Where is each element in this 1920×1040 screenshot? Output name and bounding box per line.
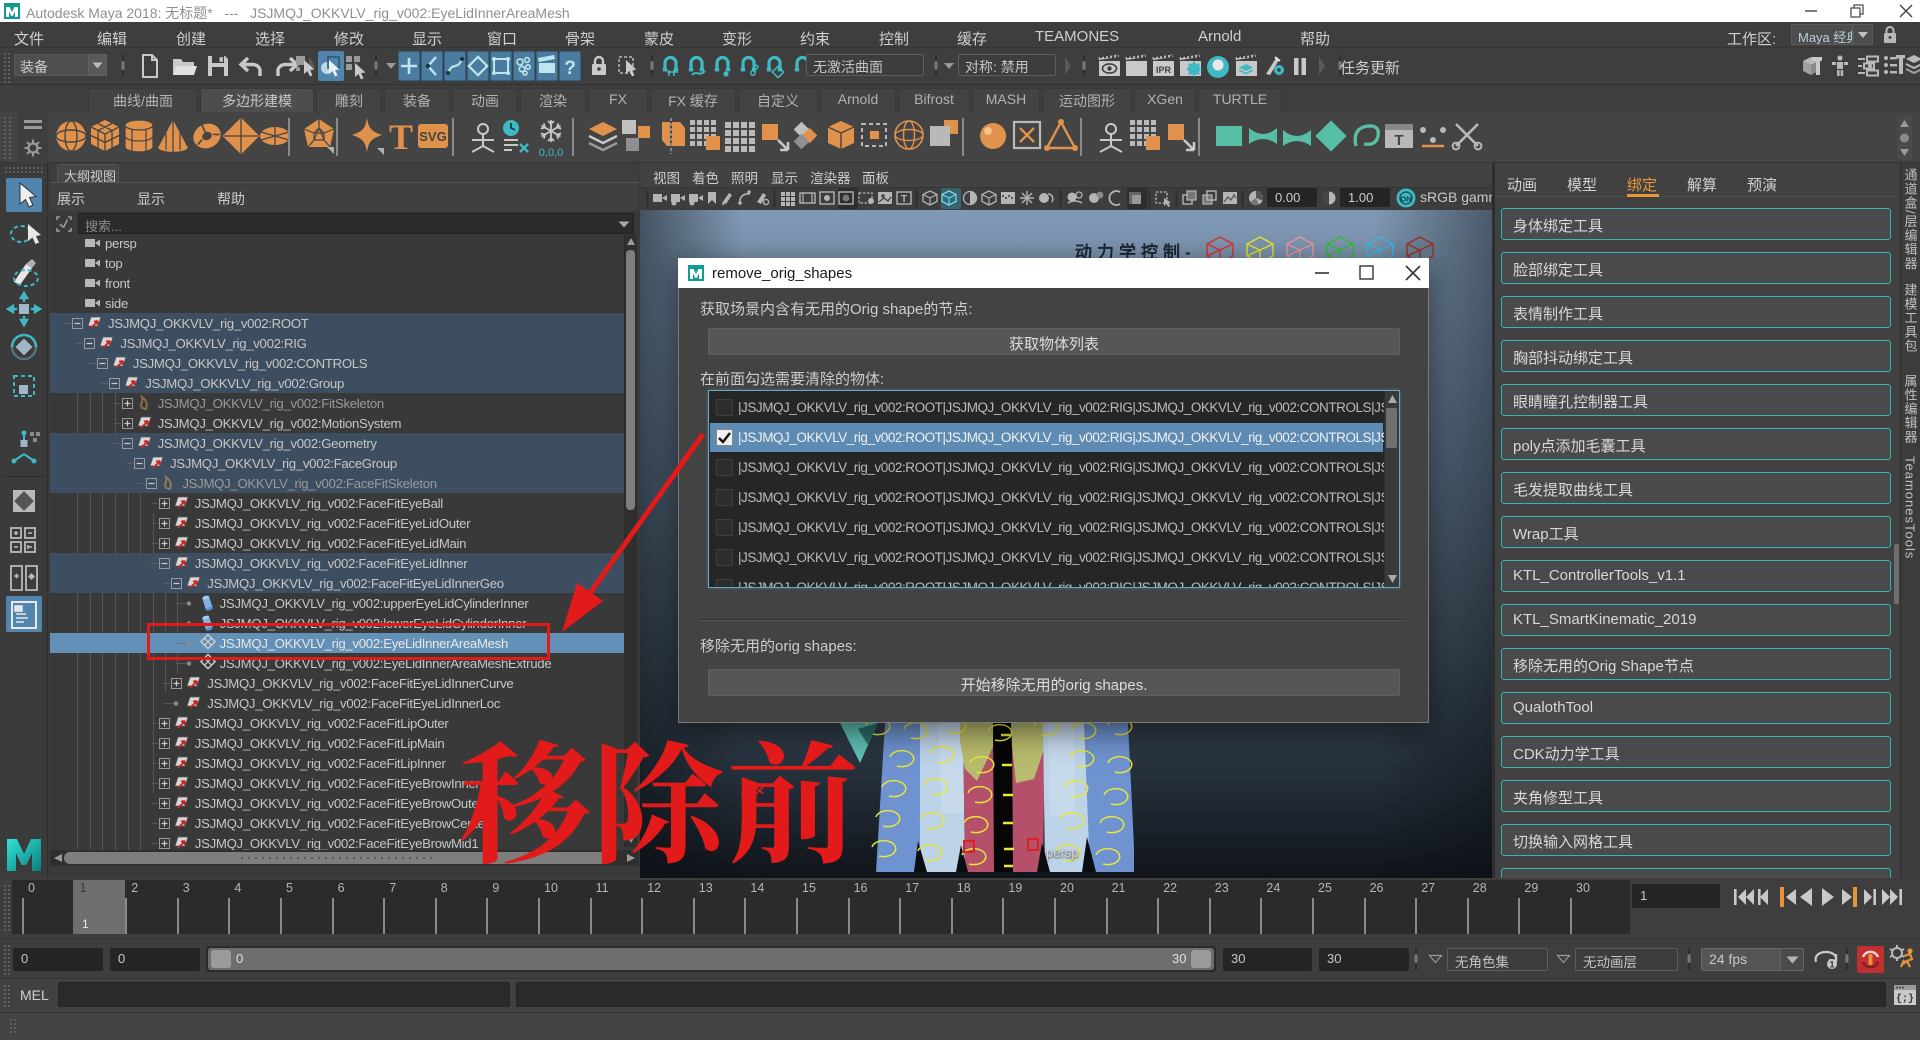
svg-text:ON: ON	[1400, 195, 1411, 204]
svg-text:?: ?	[564, 58, 576, 79]
svg-text:0,0,0: 0,0,0	[539, 147, 563, 159]
svg-text:T: T	[389, 117, 413, 157]
svg-text:SVG: SVG	[419, 129, 446, 144]
svg-text:1: 1	[1829, 960, 1834, 970]
svg-text:{;}: {;}	[1896, 993, 1914, 1005]
svg-text:T: T	[1394, 132, 1403, 149]
svg-text:IPR: IPR	[1156, 65, 1172, 75]
svg-text:T: T	[901, 194, 907, 205]
